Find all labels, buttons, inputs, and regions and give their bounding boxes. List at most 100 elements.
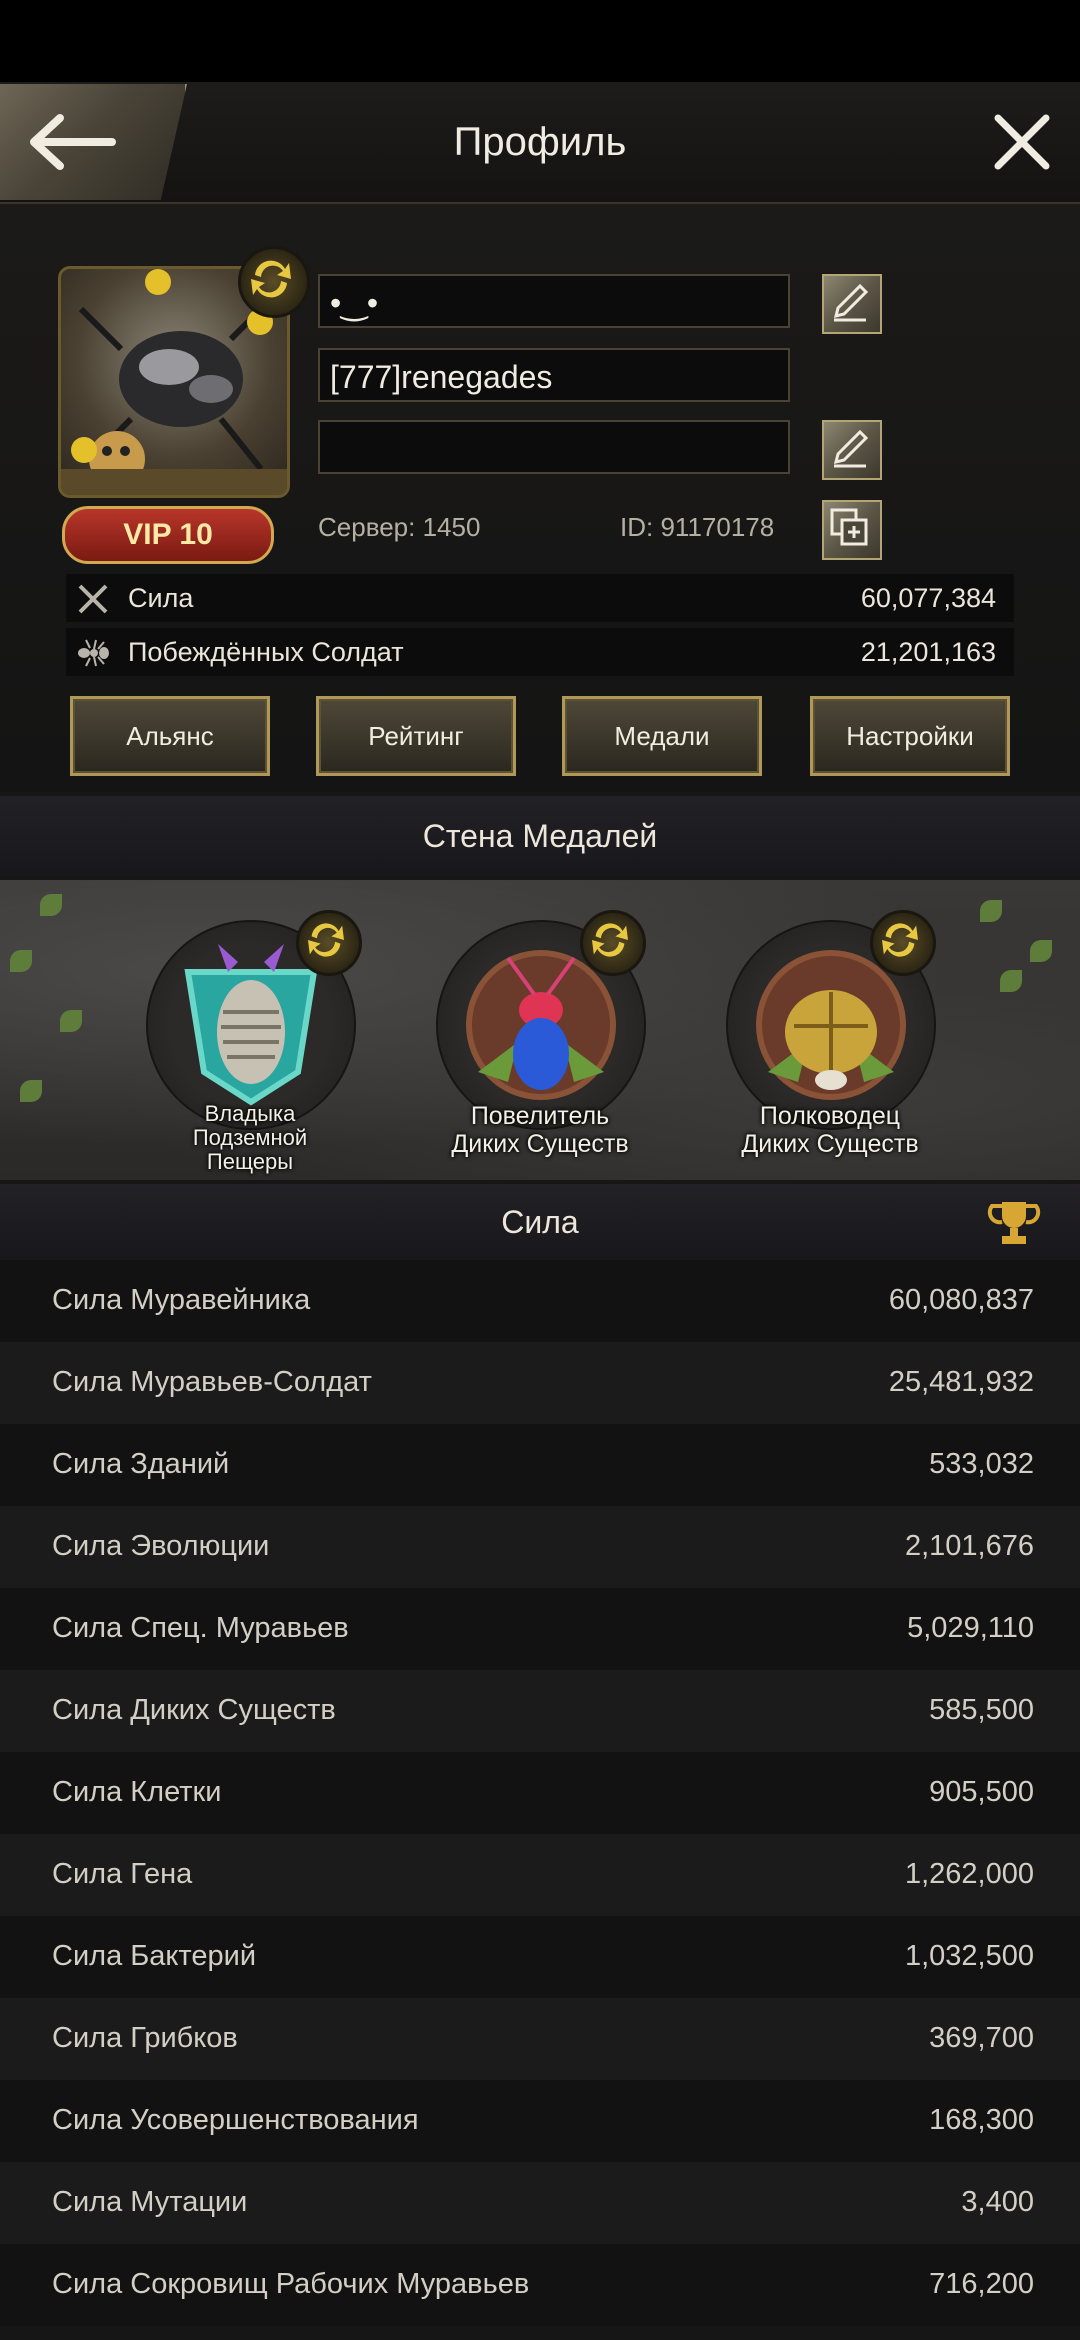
power-value: 585,500: [929, 1694, 1034, 1726]
medal-name-3: Полководец Диких Существ: [710, 1102, 950, 1158]
power-value: 60,080,837: [888, 1284, 1034, 1316]
flower-decoration: [71, 437, 97, 463]
stat-value: 21,201,163: [860, 637, 996, 667]
close-icon[interactable]: [992, 112, 1052, 172]
power-title: Сила: [501, 1204, 579, 1240]
medal-refresh-button[interactable]: [580, 910, 646, 976]
power-value: 905,500: [929, 1776, 1034, 1808]
power-label: Сила Мутации: [52, 2186, 248, 2218]
medals-button[interactable]: Медали: [562, 696, 762, 776]
copy-icon: [830, 508, 868, 546]
server-label: Сервер: 1450: [318, 512, 481, 542]
crossed-swords-icon: [78, 584, 108, 614]
power-value: 3,400: [961, 2186, 1034, 2218]
nickname-field: •‿•: [318, 274, 790, 328]
medal-refresh-button[interactable]: [296, 910, 362, 976]
profile-panel: VIP 10 •‿• [777]renegades Сервер: 1450 I…: [0, 204, 1080, 792]
power-row: Сила Усовершенствования 168,300: [0, 2080, 1080, 2162]
medal-refresh-button[interactable]: [870, 910, 936, 976]
power-label: Сила Эволюции: [52, 1530, 270, 1562]
defeated-soldiers-row: Побеждённых Солдат 21,201,163: [66, 628, 1014, 676]
medal-name-line: Диких Существ: [451, 1130, 629, 1158]
medal-name-line: Повелитель: [470, 1102, 610, 1130]
copy-id-button[interactable]: [822, 500, 882, 560]
power-label: Сила Бактерий: [52, 1940, 257, 1972]
medal-wall: Владыка Подземной Пещеры Повелитель Дики…: [0, 880, 1080, 1180]
medal-name-line: Пещеры: [206, 1149, 294, 1174]
vine-leaf-decoration: [10, 950, 32, 972]
medal-wall-title: Стена Медалей: [0, 796, 1080, 876]
medal-name-line: Диких Существ: [741, 1130, 919, 1158]
vine-leaf-decoration: [980, 900, 1002, 922]
alliance-button[interactable]: Альянс: [70, 696, 270, 776]
power-label: Сила Сокровищ Рабочих Муравьев: [52, 2268, 530, 2300]
vine-leaf-decoration: [20, 1080, 42, 1102]
power-value: 716,200: [929, 2268, 1034, 2300]
power-row: Сила Гена 1,262,000: [0, 1834, 1080, 1916]
refresh-icon: [592, 923, 628, 957]
power-row: Сила Грибков 369,700: [0, 1998, 1080, 2080]
signature-field: [318, 420, 790, 474]
power-label: Сила Диких Существ: [52, 1694, 336, 1726]
power-label: Сила Усовершенствования: [52, 2104, 419, 2136]
medal-name-2: Повелитель Диких Существ: [420, 1102, 660, 1158]
power-row: Сила Сокровищ Рабочих Муравьев 716,200: [0, 2244, 1080, 2326]
pencil-icon: [833, 283, 869, 322]
power-section-title: Сила: [0, 1184, 1080, 1260]
power-stat-row: Сила 60,077,384: [66, 574, 1014, 622]
avatar-refresh-button[interactable]: [238, 246, 310, 318]
ant-icon: [78, 639, 109, 667]
stat-label: Сила: [128, 583, 194, 613]
power-row: Сила Клетки 905,500: [0, 1752, 1080, 1834]
power-row: Сила Муравейника 60,080,837: [0, 1260, 1080, 1342]
trophy-icon[interactable]: [986, 1198, 1042, 1248]
edit-signature-button[interactable]: [822, 420, 882, 480]
power-label: Сила Спец. Муравьев: [52, 1612, 349, 1644]
medal-name-line: Полководец: [759, 1102, 901, 1130]
power-value: 2,101,676: [904, 1530, 1034, 1562]
power-value: 5,029,110: [907, 1612, 1034, 1644]
pencil-icon: [833, 429, 869, 468]
ranking-button[interactable]: Рейтинг: [316, 696, 516, 776]
power-value: 168,300: [929, 2104, 1034, 2136]
status-bar: [0, 0, 1080, 82]
settings-button[interactable]: Настройки: [810, 696, 1010, 776]
vine-leaf-decoration: [40, 894, 62, 916]
power-row: Сила Муравьев-Солдат 25,481,932: [0, 1342, 1080, 1424]
stat-label: Побеждённых Солдат: [128, 637, 404, 667]
top-bar: Профиль: [0, 82, 1080, 204]
power-label: Сила Муравейника: [52, 1284, 311, 1316]
refresh-icon: [308, 923, 344, 957]
stat-value: 60,077,384: [860, 583, 996, 613]
power-row: Сила Зданий 533,032: [0, 1424, 1080, 1506]
page-title: Профиль: [453, 120, 627, 164]
edit-nickname-button[interactable]: [822, 274, 882, 334]
power-label: Сила Зданий: [52, 1448, 230, 1480]
power-value: 369,700: [929, 2022, 1034, 2054]
vine-leaf-decoration: [60, 1010, 82, 1032]
flower-decoration: [145, 269, 171, 295]
power-label: Сила Гена: [52, 1858, 193, 1890]
alliance-tag-field: [777]renegades: [318, 348, 790, 402]
power-label: Сила Муравьев-Солдат: [52, 1366, 372, 1398]
medal-name-line: Подземной: [192, 1125, 308, 1150]
power-row: Сила Эволюции 2,101,676: [0, 1506, 1080, 1588]
medal-name-1: Владыка Подземной Пещеры: [150, 1102, 350, 1174]
player-id: ID: 91170178: [620, 512, 775, 542]
power-row: Сила Спец. Муравьев 5,029,110: [0, 1588, 1080, 1670]
refresh-icon: [251, 260, 291, 298]
vine-leaf-decoration: [1030, 940, 1052, 962]
power-value: 1,262,000: [904, 1858, 1034, 1890]
power-row: Сила Бактерий 1,032,500: [0, 1916, 1080, 1998]
vip-badge[interactable]: VIP 10: [62, 506, 274, 564]
power-value: 533,032: [929, 1448, 1034, 1480]
medal-name-line: Владыка: [204, 1101, 296, 1126]
refresh-icon: [882, 923, 918, 957]
power-value: 25,481,932: [888, 1366, 1034, 1398]
vine-leaf-decoration: [1000, 970, 1022, 992]
power-row: Сила Мутации 3,400: [0, 2162, 1080, 2244]
power-label: Сила Грибков: [52, 2022, 238, 2054]
power-label: Сила Клетки: [52, 1776, 222, 1808]
power-row: Сила Диких Существ 585,500: [0, 1670, 1080, 1752]
power-value: 1,032,500: [904, 1940, 1034, 1972]
